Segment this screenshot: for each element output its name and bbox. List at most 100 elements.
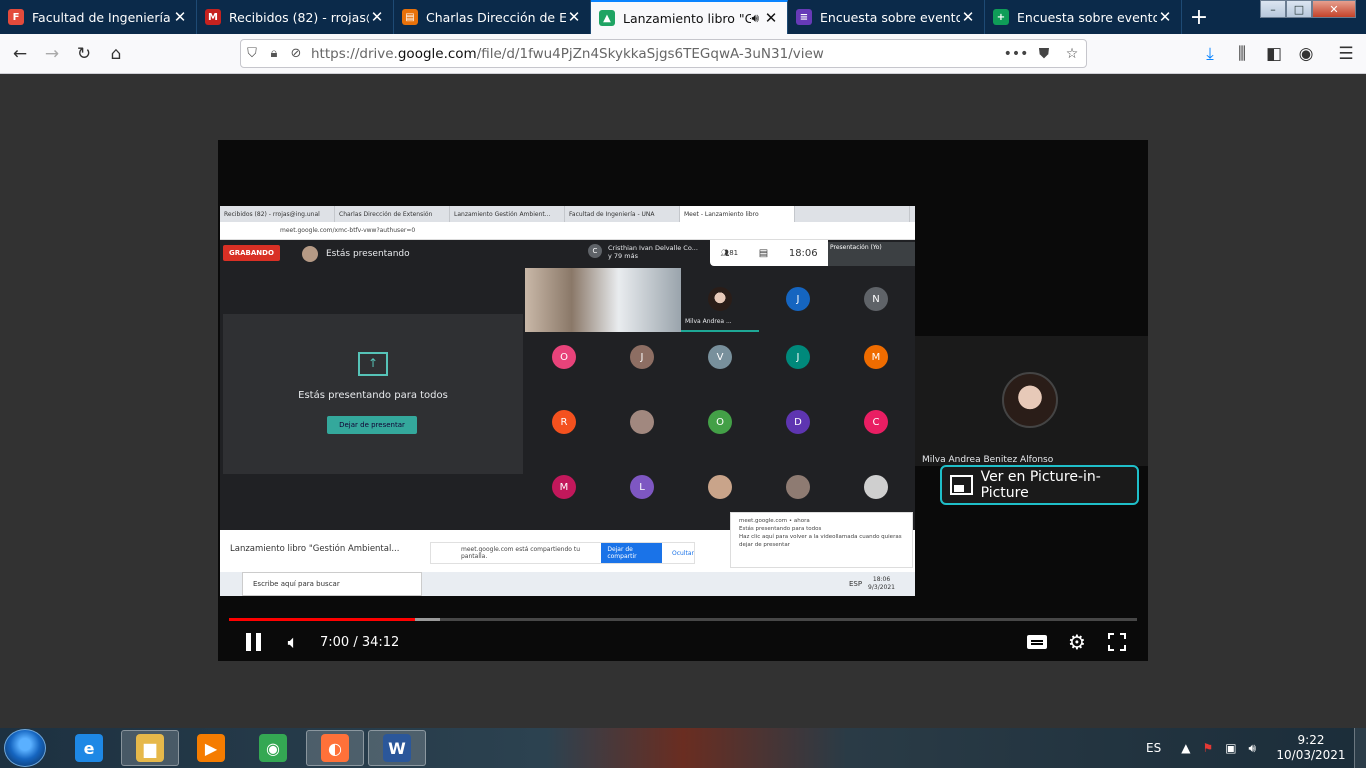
browser-tab[interactable]: + Encuesta sobre eventos re✕ xyxy=(985,0,1182,34)
tab-close-icon[interactable]: ✕ xyxy=(1157,8,1173,26)
settings-gear-icon[interactable]: ⚙ xyxy=(1064,628,1090,656)
menu-icon[interactable]: ☰ xyxy=(1332,40,1360,68)
file-explorer-icon: ▆ xyxy=(136,734,164,762)
speaker-icon[interactable]: 🔊︎ xyxy=(1249,741,1257,756)
taskbar-clock[interactable]: 9:22 10/03/2021 xyxy=(1276,733,1346,763)
taskbar-word-button[interactable]: W xyxy=(368,730,426,766)
avatar xyxy=(302,246,318,262)
video-player[interactable]: Recibidos (82) - rrojas@ing.unal Charlas … xyxy=(218,140,1148,661)
clock-time: 9:22 xyxy=(1297,733,1325,747)
chrome-icon: ◉ xyxy=(259,734,287,762)
drive-video-viewer: Recibidos (82) - rrojas@ing.unal Charlas … xyxy=(0,74,1366,728)
tab-close-icon[interactable]: ✕ xyxy=(763,9,779,27)
progress-bar[interactable] xyxy=(229,618,1137,621)
taskbar-media-player-button[interactable]: ▶ xyxy=(182,730,240,766)
pause-button[interactable] xyxy=(240,628,266,656)
sidebar-icon[interactable]: ◧ xyxy=(1260,40,1288,68)
time-display: 7:00 / 34:12 xyxy=(320,634,400,650)
page-actions-icon[interactable]: ••• xyxy=(1002,46,1030,62)
speaker-video-tile xyxy=(525,268,681,332)
forward-arrow-icon[interactable]: → xyxy=(38,40,66,68)
taskbar-firefox-button[interactable]: ◐ xyxy=(306,730,364,766)
tab-label: Lanzamiento libro "Ges xyxy=(623,10,751,26)
tab-label: Charlas Dirección de Exten xyxy=(426,9,566,25)
presenting-card: ↑ Estás presentando para todos Dejar de … xyxy=(223,314,523,474)
taskbar-internet-explorer-button[interactable]: e xyxy=(60,730,118,766)
host-avatar: C xyxy=(588,244,602,258)
pip-label: Ver en Picture-in-Picture xyxy=(980,469,1101,501)
tab-favicon-icon: F xyxy=(8,9,24,25)
participant-avatar: D xyxy=(786,410,810,434)
notification-title: Estás presentando para todos xyxy=(739,526,822,532)
minimize-button[interactable]: – xyxy=(1260,0,1286,18)
tab-close-icon[interactable]: ✕ xyxy=(960,8,976,26)
played-bar xyxy=(229,618,416,621)
notification-source: meet.google.com • ahora xyxy=(739,518,810,524)
back-arrow-icon[interactable]: ← xyxy=(6,40,34,68)
language-indicator[interactable]: ES xyxy=(1146,741,1161,755)
tab-close-icon[interactable]: ✕ xyxy=(172,8,188,26)
start-button[interactable] xyxy=(4,729,46,767)
meet-info-bar: 👥︎81 ▤ 18:06 xyxy=(710,240,828,266)
library-icon[interactable]: ⫼ xyxy=(1228,40,1256,68)
show-hidden-icons-icon[interactable]: ▲ xyxy=(1181,741,1190,755)
bookmark-star-icon[interactable]: ☆ xyxy=(1058,46,1086,62)
clock-date: 10/03/2021 xyxy=(1276,748,1346,762)
maximize-button[interactable]: □ xyxy=(1286,0,1312,18)
participant-avatar xyxy=(630,410,654,434)
participant-avatar: R xyxy=(552,410,576,434)
browser-tab[interactable]: ▤ Charlas Dirección de Exten✕ xyxy=(394,0,591,34)
new-tab-button[interactable]: + xyxy=(1182,0,1216,34)
taskbar-chrome-button[interactable]: ◉ xyxy=(244,730,302,766)
browser-tab[interactable]: F Facultad de Ingeniería ✕ xyxy=(0,0,197,34)
stop-sharing-button: Dejar de compartir xyxy=(601,543,662,563)
network-icon[interactable]: ▣ xyxy=(1225,741,1236,755)
browser-tab[interactable]: M Recibidos (82) - rrojas@ing✕ xyxy=(197,0,394,34)
permissions-icon[interactable]: ⊘ xyxy=(285,46,307,61)
volume-icon[interactable]: 🔈︎ xyxy=(280,628,306,656)
participant-avatar xyxy=(708,475,732,499)
participant-avatar: M xyxy=(552,475,576,499)
meeting-name: Lanzamiento libro "Gestión Ambiental... xyxy=(230,544,400,554)
tab-close-icon[interactable]: ✕ xyxy=(566,8,582,26)
window-controls: – □ ✕ xyxy=(1260,0,1356,18)
participant-panel: Milva Andrea Benitez Alfonso xyxy=(915,336,1148,466)
close-window-button[interactable]: ✕ xyxy=(1312,0,1356,18)
participant-avatar: L xyxy=(630,475,654,499)
stop-presenting-button: Dejar de presentar xyxy=(327,416,417,434)
reload-icon[interactable]: ↻ xyxy=(70,40,98,68)
home-icon[interactable]: ⌂ xyxy=(102,40,130,68)
account-icon[interactable]: ◉ xyxy=(1292,40,1320,68)
downloads-icon[interactable]: ⤓ xyxy=(1196,40,1224,68)
tab-close-icon[interactable]: ✕ xyxy=(369,8,385,26)
player-controls: 🔈︎ 7:00 / 34:12 ⚙ xyxy=(218,624,1148,660)
desktop-screen: F Facultad de Ingeniería ✕ M Recibidos (82) … xyxy=(0,0,1366,768)
inner-windows-taskbar: Escribe aquí para buscar ESP 18:06 9/3/20… xyxy=(220,572,915,596)
url-text[interactable]: https://drive.google.com/file/d/1fwu4PjZ… xyxy=(307,46,1002,62)
inner-taskbar-clock: 18:06 9/3/2021 xyxy=(868,576,895,591)
show-desktop-button[interactable] xyxy=(1354,728,1366,768)
pocket-icon[interactable]: ⛊ xyxy=(1030,46,1058,62)
participant-avatar: M xyxy=(864,345,888,369)
shield-icon[interactable]: ⛉ xyxy=(241,46,263,61)
browser-tab[interactable]: ▲ Lanzamiento libro "Ges🔊︎ ✕ xyxy=(591,0,788,34)
lock-icon[interactable]: 🔒︎ xyxy=(263,46,285,61)
participant-avatar xyxy=(864,475,888,499)
tab-favicon-icon: + xyxy=(993,9,1009,25)
action-center-flag-icon[interactable]: ⚑ xyxy=(1202,741,1213,755)
hide-button: Ocultar xyxy=(672,549,694,557)
active-speaker-bar xyxy=(681,330,759,332)
inner-tab: Charlas Dirección de Extensión xyxy=(335,206,450,222)
fullscreen-icon[interactable] xyxy=(1104,628,1130,656)
participant-avatar: V xyxy=(708,345,732,369)
subtitles-icon[interactable] xyxy=(1024,628,1050,656)
shared-screen-capture: Recibidos (82) - rrojas@ing.unal Charlas … xyxy=(220,206,915,596)
meet-notification: meet.google.com • ahora Estás presentand… xyxy=(730,512,913,568)
browser-tab[interactable]: ≡ Encuesta sobre eventos re✕ xyxy=(788,0,985,34)
audio-playing-icon[interactable]: 🔊︎ xyxy=(751,11,759,26)
picture-in-picture-button[interactable]: Ver en Picture-in-Picture xyxy=(940,465,1139,505)
host-label: C Cristhian Ivan Delvalle Co... y 79 más xyxy=(588,244,698,260)
address-bar[interactable]: ⛉ 🔒︎ ⊘ https://drive.google.com/file/d/1… xyxy=(240,39,1087,68)
taskbar-file-explorer-button[interactable]: ▆ xyxy=(121,730,179,766)
people-count: 👥︎81 xyxy=(720,249,739,257)
